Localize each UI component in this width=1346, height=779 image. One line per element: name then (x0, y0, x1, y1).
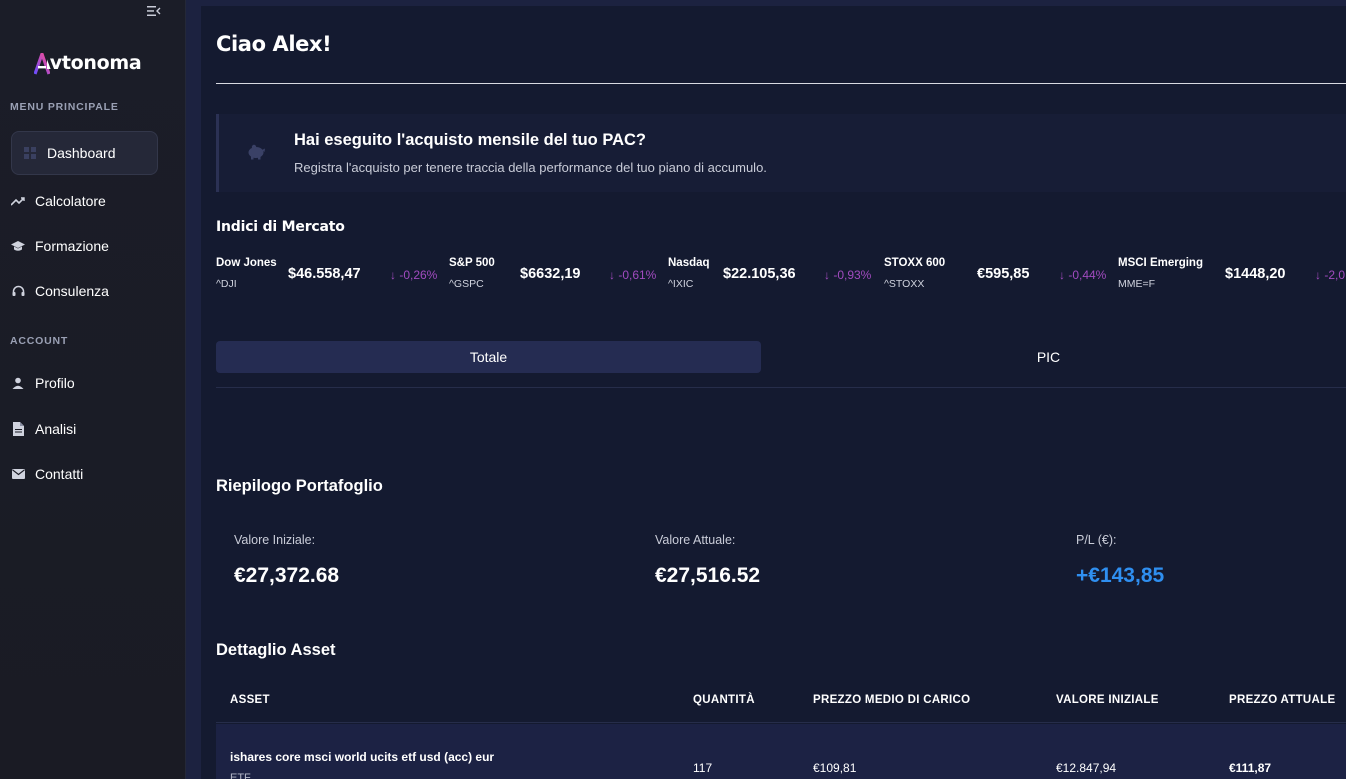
index-ticker-msci-emerging[interactable]: MSCI Emerging MME=F $1448,20 ↓ -2,0 (1118, 257, 1346, 297)
trending-up-icon (11, 194, 25, 208)
sidebar: Avtonoma MENU PRINCIPALE Dashboard Calco… (0, 0, 186, 779)
sidebar-item-formazione[interactable]: Formazione (0, 224, 147, 268)
index-change: ↓ -0,93% (824, 268, 872, 282)
index-price: €595,85 (977, 266, 1030, 282)
logo-text: Avtonoma (36, 52, 142, 74)
pl-label: P/L (€): (1076, 533, 1117, 547)
pac-card-title: Hai eseguito l'acquisto mensile del tuo … (294, 131, 647, 149)
page-title: Ciao Alex! (216, 32, 332, 56)
index-name: STOXX 600 (884, 257, 946, 269)
index-price: $46.558,47 (288, 266, 361, 282)
asset-name: ishares core msci world ucits etf usd (a… (230, 750, 495, 764)
user-icon (11, 376, 25, 390)
initial-value-label: Valore Iniziale: (234, 533, 316, 547)
index-price: $1448,20 (1225, 266, 1286, 282)
asset-quantity: 117 (693, 761, 713, 775)
graduation-cap-icon (11, 239, 25, 253)
asset-detail-title: Dettaglio Asset (216, 641, 336, 659)
current-value-label: Valore Attuale: (655, 533, 736, 547)
asset-type: ETF (230, 772, 251, 779)
asset-initial-value: €12.847,94 (1056, 761, 1117, 775)
mail-icon (11, 467, 25, 481)
current-value: €27,516.52 (655, 564, 761, 587)
table-row[interactable]: ishares core msci world ucits etf usd (a… (216, 724, 1346, 779)
sidebar-item-label: Dashboard (47, 145, 116, 161)
grid-icon (23, 146, 37, 160)
sidebar-item-contatti[interactable]: Contatti (0, 452, 147, 496)
column-header-asset[interactable]: ASSET (230, 694, 270, 706)
brand-logo[interactable]: Avtonoma (33, 50, 142, 76)
logo-a-icon (33, 52, 51, 75)
menu-section-title: MENU PRINCIPALE (10, 101, 119, 113)
sidebar-item-label: Calcolatore (35, 193, 106, 209)
tab-totale[interactable]: Totale (216, 341, 761, 373)
account-section-title: ACCOUNT (10, 335, 69, 347)
sidebar-item-analisi[interactable]: Analisi (0, 407, 147, 451)
sidebar-item-calcolatore[interactable]: Calcolatore (0, 179, 147, 223)
index-name: Nasdaq (668, 257, 710, 269)
tabs-divider (216, 387, 1346, 388)
index-symbol: ^DJI (216, 278, 237, 290)
collapse-sidebar-icon[interactable] (147, 5, 163, 19)
asset-current-price: €111,87 (1229, 761, 1272, 775)
pl-value: +€143,85 (1076, 564, 1165, 587)
sidebar-item-label: Profilo (35, 375, 75, 391)
column-header-current-price[interactable]: PREZZO ATTUALE (1229, 694, 1335, 706)
piggy-bank-icon (246, 144, 265, 160)
sidebar-item-consulenza[interactable]: Consulenza (0, 269, 147, 313)
portfolio-tabs: Totale PIC (216, 341, 1346, 373)
index-change: ↓ -0,26% (390, 268, 438, 282)
column-header-avg-price[interactable]: PREZZO MEDIO DI CARICO (813, 694, 970, 706)
index-name: S&P 500 (449, 257, 495, 269)
portfolio-summary-title: Riepilogo Portafoglio (216, 477, 383, 495)
index-price: $6632,19 (520, 266, 581, 282)
index-symbol: ^STOXX (884, 278, 925, 290)
index-price: $22.105,36 (723, 266, 796, 282)
index-change: ↓ -0,61% (609, 268, 657, 282)
sidebar-item-label: Contatti (35, 466, 84, 482)
column-header-quantity[interactable]: QUANTITÀ (693, 694, 755, 706)
index-change: ↓ -2,0 (1315, 268, 1346, 282)
pac-card-subtitle: Registra l'acquisto per tenere traccia d… (294, 160, 767, 175)
index-symbol: ^GSPC (449, 278, 484, 290)
main-content: Ciao Alex! Hai eseguito l'acquisto mensi… (201, 6, 1346, 779)
sidebar-item-dashboard[interactable]: Dashboard (11, 131, 158, 175)
asset-table-header: ASSET QUANTITÀ PREZZO MEDIO DI CARICO VA… (216, 678, 1346, 723)
column-header-initial-value[interactable]: VALORE INIZIALE (1056, 694, 1159, 706)
initial-value: €27,372.68 (234, 564, 340, 587)
index-symbol: MME=F (1118, 278, 1156, 290)
sidebar-item-label: Analisi (35, 421, 77, 437)
index-change: ↓ -0,44% (1059, 268, 1107, 282)
asset-avg-price: €109,81 (813, 761, 857, 775)
market-indices-title: Indici di Mercato (216, 219, 345, 235)
index-name: MSCI Emerging (1118, 257, 1203, 269)
headset-icon (11, 284, 25, 298)
title-divider (216, 83, 1346, 84)
index-name: Dow Jones (216, 257, 277, 269)
sidebar-item-label: Formazione (35, 238, 109, 254)
sidebar-item-label: Consulenza (35, 283, 109, 299)
index-symbol: ^IXIC (668, 278, 694, 290)
document-icon (11, 422, 25, 436)
tab-pic[interactable]: PIC (776, 341, 1321, 373)
pac-reminder-card[interactable]: Hai eseguito l'acquisto mensile del tuo … (216, 114, 1346, 192)
sidebar-item-profilo[interactable]: Profilo (0, 361, 147, 405)
